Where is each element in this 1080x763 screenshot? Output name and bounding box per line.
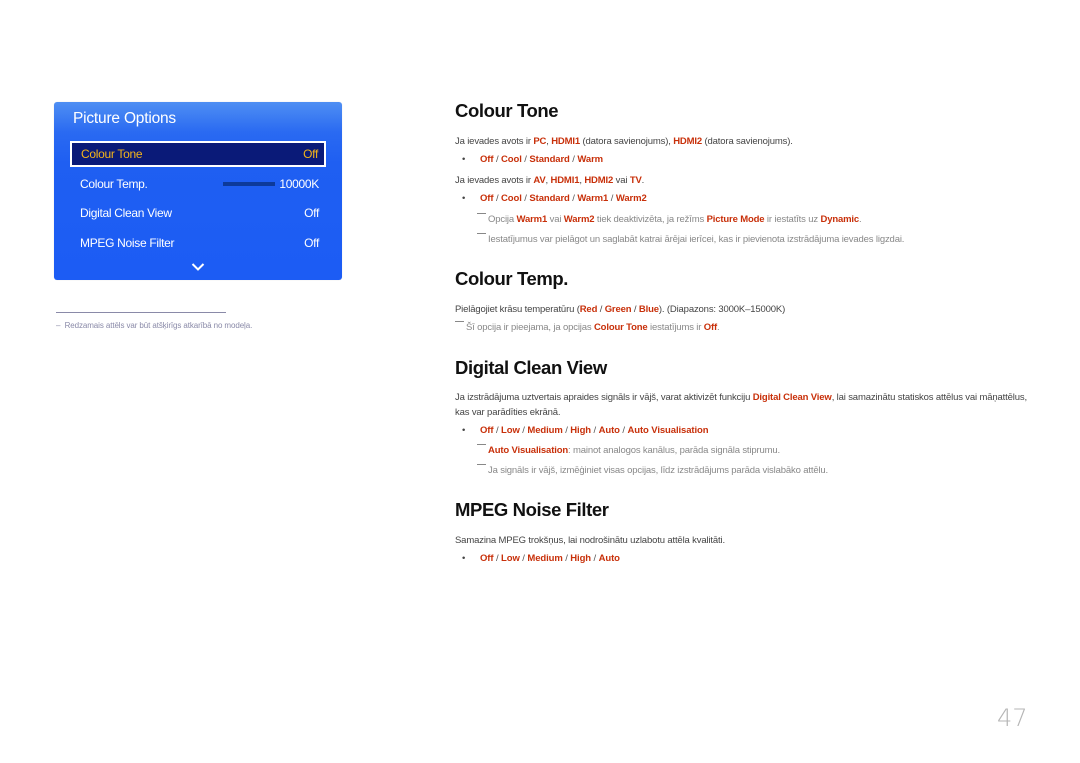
colour-temp-slider[interactable]: [223, 182, 276, 186]
section-heading-colour-tone: Colour Tone: [455, 100, 559, 121]
option-value: Off: [480, 193, 494, 204]
option-value: Warm: [577, 154, 604, 165]
option-separator: /: [493, 553, 502, 564]
option-value: Warm2: [615, 193, 647, 204]
footnote-text: Redzamais attēls var būt atšķirīgs atkar…: [64, 321, 253, 330]
colour-temp-description: Pielāgojiet krāsu temperatūru (Red / Gre…: [455, 304, 786, 315]
option-separator: /: [619, 425, 628, 436]
menu-item-colour-tone[interactable]: Colour Tone Off: [70, 141, 326, 167]
option-separator: /: [493, 425, 502, 436]
page-number: 47: [997, 704, 1028, 732]
option-value: Low: [501, 553, 520, 564]
menu-item-mpeg-noise-filter[interactable]: MPEG Noise Filter Off: [70, 230, 326, 256]
digital-clean-view-note-1: Auto Visualisation: mainot analogos kanā…: [477, 444, 780, 456]
option-value: Auto Visualisation: [627, 425, 709, 436]
section-heading-digital-clean-view: Digital Clean View: [455, 357, 607, 378]
option-value: Auto: [598, 425, 620, 436]
option-value: Medium: [527, 553, 563, 564]
menu-item-colour-temp[interactable]: Colour Temp. 10000K: [70, 171, 326, 197]
option-separator: /: [608, 193, 616, 204]
mpeg-noise-filter-options: Off / Low / Medium / High / Auto: [480, 553, 620, 564]
digital-clean-view-description: Ja izstrādājuma uztvertais apraides sign…: [455, 392, 1027, 418]
bullet: •: [462, 193, 466, 204]
digital-clean-view-options: Off / Low / Medium / High / Auto / Auto …: [480, 425, 709, 436]
menu-title: Picture Options: [73, 110, 176, 127]
colour-tone-source-line-2: Ja ievades avots ir AV, HDMI1, HDMI2 vai…: [455, 175, 645, 186]
option-separator: /: [591, 553, 599, 564]
digital-clean-view-note-2: Ja signāls ir vājš, izmēģiniet visas opc…: [477, 464, 828, 476]
option-value: Warm1: [577, 193, 609, 204]
colour-tone-note-2: Iestatījumus var pielāgot un saglabāt ka…: [477, 233, 904, 245]
menu-item-label: Colour Tone: [81, 147, 143, 161]
option-value: Low: [501, 425, 520, 436]
bullet: •: [462, 553, 466, 564]
colour-temp-note: Šī opcija ir pieejama, ja opcijas Colour…: [455, 321, 720, 333]
slider-fill: [223, 182, 276, 186]
option-value: Off: [480, 425, 494, 436]
colour-tone-note-1: Opcija Warm1 vai Warm2 tiek deaktivizēta…: [477, 213, 862, 225]
option-value: Standard: [529, 154, 570, 165]
option-separator: /: [493, 193, 502, 204]
colour-tone-options-1: Off / Cool / Standard / Warm: [480, 154, 603, 165]
menu-item-value: 10000K: [279, 177, 319, 191]
option-value: Standard: [529, 193, 570, 204]
bullet: •: [462, 154, 466, 165]
menu-item-digital-clean-view[interactable]: Digital Clean View Off: [70, 200, 326, 226]
menu-item-label: MPEG Noise Filter: [80, 236, 175, 250]
menu-item-value: Off: [303, 147, 318, 161]
section-heading-mpeg-noise-filter: MPEG Noise Filter: [455, 499, 609, 520]
footnote-divider: [56, 312, 226, 313]
colour-tone-options-2: Off / Cool / Standard / Warm1 / Warm2: [480, 193, 647, 204]
option-value: Off: [480, 154, 494, 165]
bullet: •: [462, 425, 466, 436]
option-value: Off: [480, 553, 494, 564]
section-heading-colour-temp: Colour Temp.: [455, 268, 569, 289]
option-value: Cool: [501, 193, 522, 204]
picture-options-menu: Picture Options Colour Tone Off Colour T…: [54, 102, 342, 280]
colour-tone-source-line-1: Ja ievades avots ir PC, HDMI1 (datora sa…: [455, 136, 793, 147]
mpeg-noise-filter-description: Samazina MPEG trokšņus, lai nodrošinātu …: [455, 535, 725, 546]
option-separator: /: [591, 425, 599, 436]
option-value: Cool: [501, 154, 522, 165]
menu-item-value: Off: [304, 236, 319, 250]
menu-item-label: Colour Temp.: [80, 177, 148, 191]
footnote-dash: –: [56, 321, 61, 330]
chevron-down-icon[interactable]: [191, 262, 205, 272]
option-value: Auto: [598, 553, 620, 564]
menu-item-value: Off: [304, 206, 319, 220]
option-separator: /: [493, 154, 502, 165]
option-value: Medium: [527, 425, 563, 436]
option-value: High: [570, 553, 592, 564]
menu-item-label: Digital Clean View: [80, 206, 172, 220]
footnote: – Redzamais attēls var būt atšķirīgs atk…: [56, 321, 252, 330]
option-value: High: [570, 425, 592, 436]
